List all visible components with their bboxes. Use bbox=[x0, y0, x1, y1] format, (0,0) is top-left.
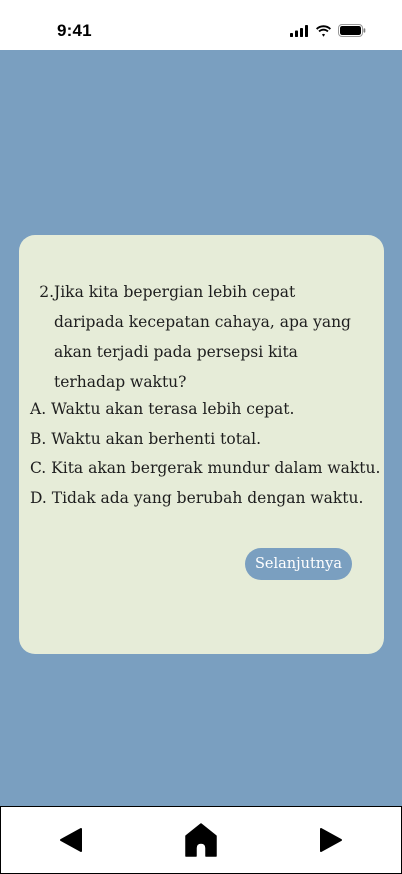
status-icons bbox=[290, 24, 366, 37]
forward-arrow-icon bbox=[320, 828, 342, 852]
home-icon bbox=[185, 823, 217, 857]
answer-options: A. Waktu akan terasa lebih cepat. B. Wak… bbox=[30, 395, 380, 513]
status-time: 9:41 bbox=[57, 21, 92, 40]
status-bar: 9:41 bbox=[0, 0, 402, 50]
forward-button[interactable] bbox=[301, 807, 361, 873]
quiz-card: 2. Jika kita bepergian lebih cepat darip… bbox=[19, 235, 384, 654]
back-button[interactable] bbox=[41, 807, 101, 873]
bottom-nav bbox=[0, 806, 402, 874]
option-c[interactable]: C. Kita akan bergerak mundur dalam waktu… bbox=[30, 454, 380, 484]
question-number: 2. bbox=[39, 283, 54, 301]
question-text: Jika kita bepergian lebih cepat daripada… bbox=[54, 283, 351, 391]
question: 2. Jika kita bepergian lebih cepat darip… bbox=[35, 277, 355, 397]
option-d[interactable]: D. Tidak ada yang berubah dengan waktu. bbox=[30, 484, 380, 514]
home-button[interactable] bbox=[171, 807, 231, 873]
option-b[interactable]: B. Waktu akan berhenti total. bbox=[30, 425, 380, 455]
cellular-signal-icon bbox=[290, 24, 308, 37]
back-arrow-icon bbox=[60, 828, 82, 852]
option-a[interactable]: A. Waktu akan terasa lebih cepat. bbox=[30, 395, 380, 425]
next-button[interactable]: Selanjutnya bbox=[245, 548, 352, 580]
wifi-icon bbox=[316, 24, 331, 37]
battery-icon bbox=[338, 24, 366, 37]
